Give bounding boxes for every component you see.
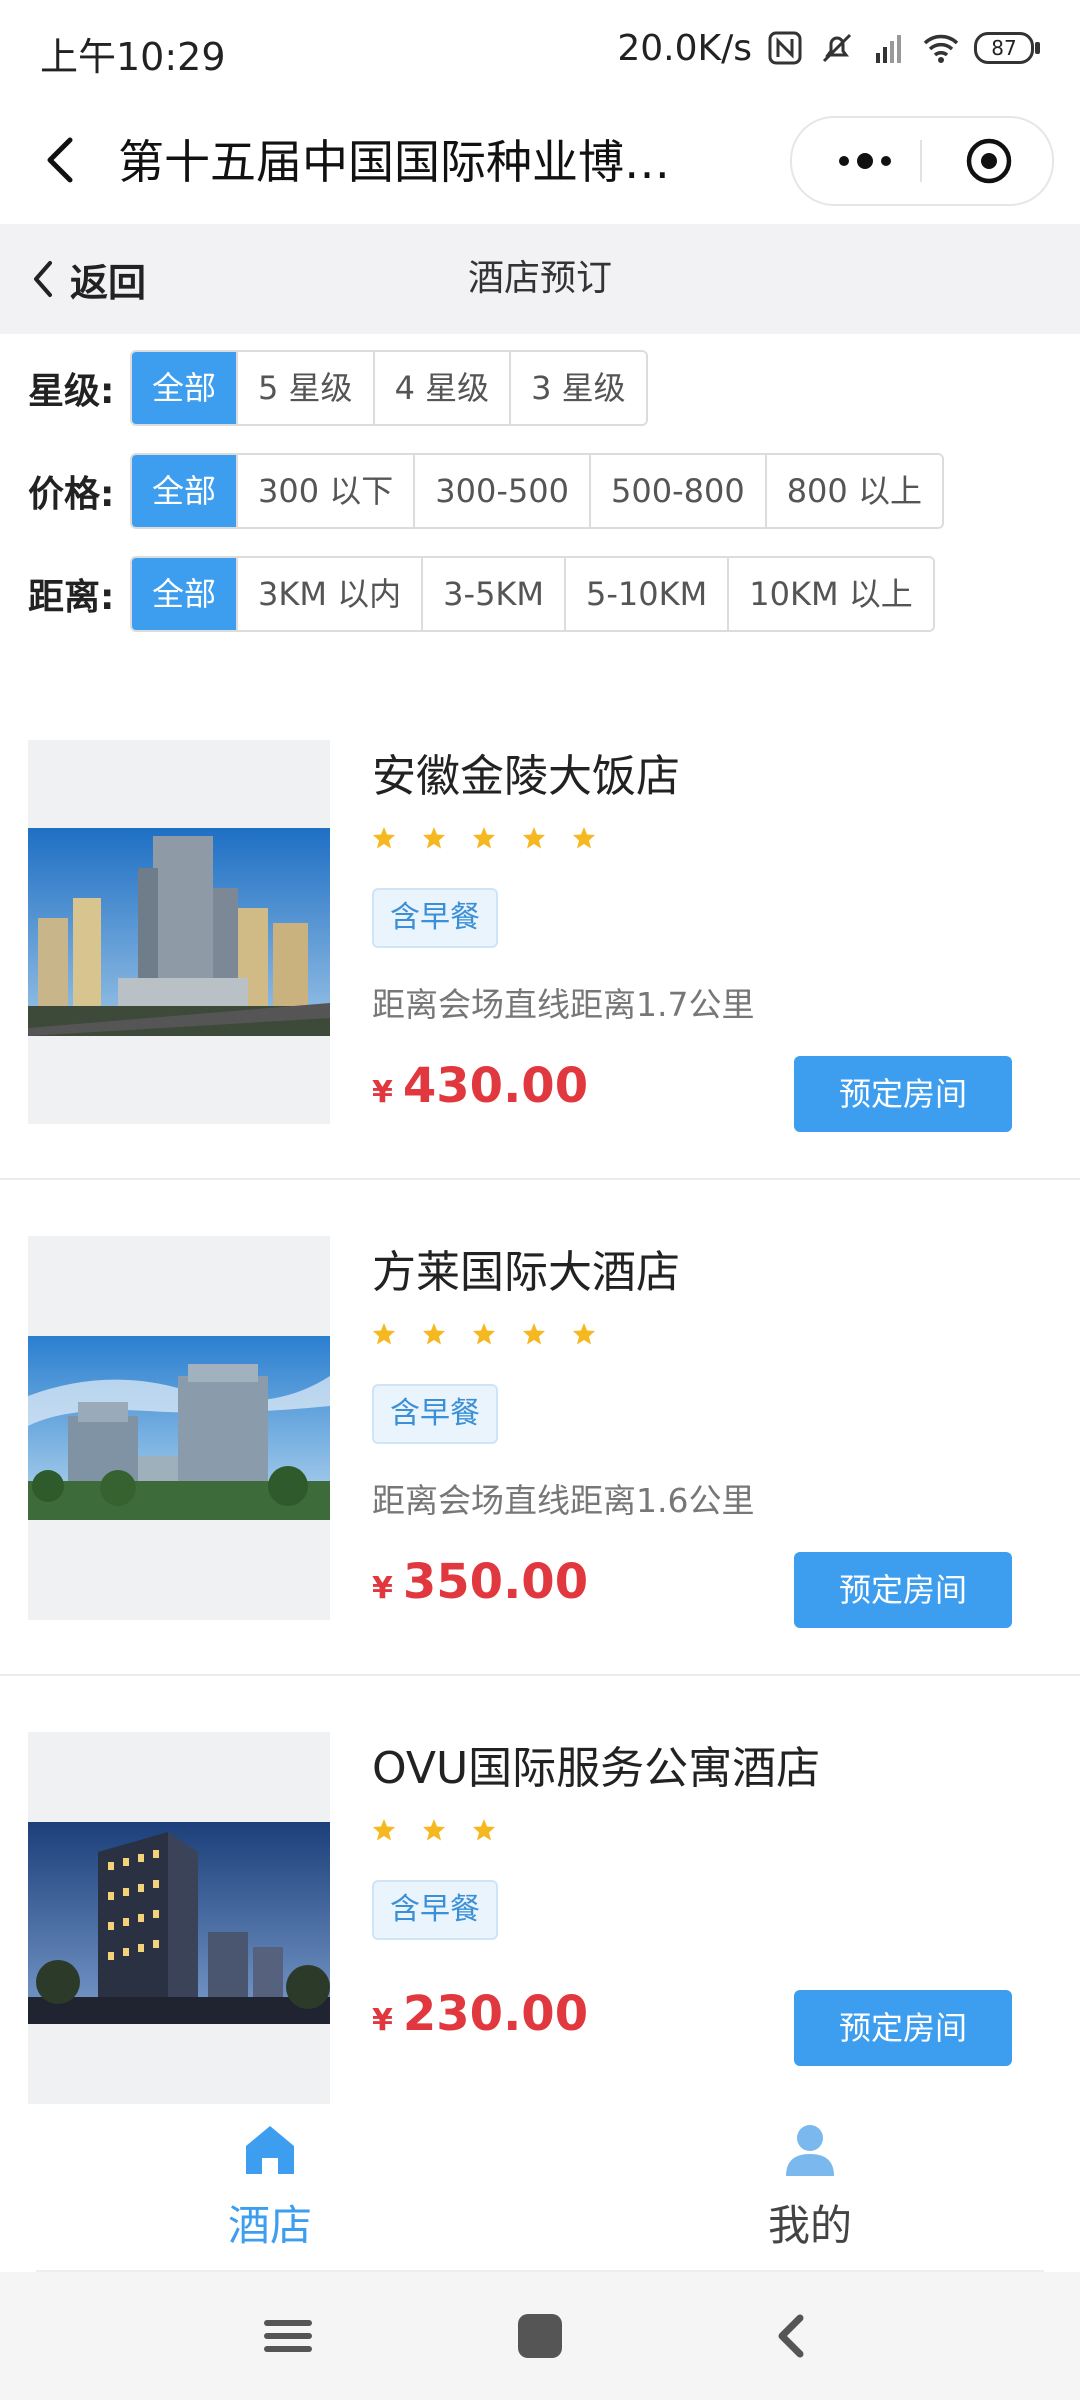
star-icon bbox=[373, 1819, 395, 1841]
status-time: 上午10:29 bbox=[40, 35, 226, 79]
hotel-name: 安徽金陵大饭店 bbox=[372, 751, 680, 802]
star-icon bbox=[373, 1323, 395, 1345]
close-miniprogram-icon[interactable] bbox=[964, 136, 1014, 186]
app-title: 第十五届中国国际种业博… bbox=[118, 135, 670, 189]
more-icon[interactable] bbox=[830, 118, 900, 204]
filter-price-under-300[interactable]: 300 以下 bbox=[238, 455, 416, 527]
card-divider bbox=[0, 1178, 1080, 1180]
tab-mine[interactable]: 我的 bbox=[660, 2122, 960, 2262]
hotel-stars bbox=[372, 1322, 596, 1346]
book-room-button[interactable]: 预定房间 bbox=[794, 1056, 1012, 1132]
book-room-button[interactable]: 预定房间 bbox=[794, 1552, 1012, 1628]
status-icons: 20.0K/s 87 bbox=[617, 24, 1040, 72]
filter-distance: 距离: 全部 3KM 以内 3-5KM 5-10KM 10KM 以上 bbox=[28, 556, 935, 632]
filter-price-all[interactable]: 全部 bbox=[132, 455, 239, 527]
hotel-name: 方莱国际大酒店 bbox=[372, 1247, 680, 1298]
breakfast-tag: 含早餐 bbox=[372, 1384, 498, 1444]
hotel-card[interactable]: OVU国际服务公寓酒店 含早餐 ¥230.00 预定房间 bbox=[0, 1732, 1080, 2104]
hotel-distance: 距离会场直线距离1.7公里 bbox=[372, 985, 755, 1024]
system-nav-bar bbox=[0, 2272, 1080, 2400]
star-icon bbox=[473, 827, 495, 849]
net-speed: 20.0K/s bbox=[617, 27, 752, 69]
star-icon bbox=[473, 1819, 495, 1841]
filter-distance-options: 全部 3KM 以内 3-5KM 5-10KM 10KM 以上 bbox=[130, 556, 935, 632]
tab-mine-label: 我的 bbox=[767, 2201, 852, 2250]
filter-distance-3-5km[interactable]: 3-5KM bbox=[423, 558, 567, 630]
filter-price-options: 全部 300 以下 300-500 500-800 800 以上 bbox=[130, 453, 944, 529]
filter-star-4[interactable]: 4 星级 bbox=[374, 352, 512, 424]
hotel-photo-image bbox=[28, 828, 330, 1036]
currency-symbol: ¥ bbox=[372, 1075, 393, 1110]
star-icon bbox=[523, 1323, 545, 1345]
book-room-button[interactable]: 预定房间 bbox=[794, 1990, 1012, 2066]
breakfast-tag: 含早餐 bbox=[372, 888, 498, 948]
hotel-photo bbox=[28, 1732, 330, 2104]
price-value: 430.00 bbox=[402, 1058, 589, 1114]
filter-distance-label: 距离: bbox=[28, 577, 115, 618]
sub-header: 返回 酒店预订 bbox=[0, 224, 1080, 334]
menu-icon[interactable] bbox=[258, 2306, 318, 2366]
hotel-price: ¥230.00 bbox=[372, 1986, 588, 2042]
status-bar: 上午10:29 20.0K/s 87 bbox=[0, 0, 1080, 96]
hotel-photo bbox=[28, 740, 330, 1124]
filter-price: 价格: 全部 300 以下 300-500 500-800 800 以上 bbox=[28, 453, 944, 529]
capsule-divider bbox=[920, 140, 922, 182]
signal-icon bbox=[876, 35, 901, 63]
hotel-card[interactable]: 方莱国际大酒店 含早餐 距离会场直线距离1.6公里 ¥350.00 预定房间 bbox=[0, 1236, 1080, 1732]
tab-hotel[interactable]: 酒店 bbox=[120, 2122, 420, 2262]
page-title: 酒店预订 bbox=[467, 258, 612, 299]
star-icon bbox=[473, 1323, 495, 1345]
currency-symbol: ¥ bbox=[372, 1571, 393, 1606]
currency-symbol: ¥ bbox=[372, 2003, 393, 2038]
hotel-photo-image bbox=[28, 1336, 330, 1520]
hotel-price: ¥430.00 bbox=[372, 1058, 588, 1114]
hotel-name: OVU国际服务公寓酒店 bbox=[372, 1743, 821, 1794]
star-icon bbox=[573, 1323, 595, 1345]
hotel-price: ¥350.00 bbox=[372, 1554, 588, 1610]
hotel-distance: 距离会场直线距离1.6公里 bbox=[372, 1481, 755, 1520]
filter-distance-within-3km[interactable]: 3KM 以内 bbox=[238, 558, 424, 630]
star-icon bbox=[573, 827, 595, 849]
filter-distance-5-10km[interactable]: 5-10KM bbox=[566, 558, 730, 630]
filter-star: 星级: 全部 5 星级 4 星级 3 星级 bbox=[28, 350, 648, 426]
back-button-icon[interactable] bbox=[762, 2306, 822, 2366]
titlebar: 第十五届中国国际种业博… bbox=[0, 96, 1080, 224]
filter-star-5[interactable]: 5 星级 bbox=[238, 352, 375, 424]
filter-star-options: 全部 5 星级 4 星级 3 星级 bbox=[130, 350, 648, 426]
star-icon bbox=[423, 1819, 445, 1841]
bottom-tab-bar: 酒店 我的 bbox=[0, 2104, 1080, 2272]
mute-icon bbox=[822, 33, 852, 63]
filter-star-3[interactable]: 3 星级 bbox=[511, 352, 646, 424]
breakfast-tag: 含早餐 bbox=[372, 1880, 498, 1940]
home-button-icon[interactable] bbox=[510, 2306, 570, 2366]
hotel-card[interactable]: 安徽金陵大饭店 含早餐 距离会场直线距离1.7公里 ¥430.00 预定房间 bbox=[0, 740, 1080, 1236]
back-arrow-icon[interactable] bbox=[36, 130, 86, 190]
hotel-stars bbox=[372, 1818, 496, 1842]
filter-distance-all[interactable]: 全部 bbox=[132, 558, 239, 630]
home-icon bbox=[246, 2126, 294, 2174]
filter-price-500-800[interactable]: 500-800 bbox=[590, 455, 767, 527]
user-icon bbox=[786, 2125, 834, 2176]
filter-price-300-500[interactable]: 300-500 bbox=[415, 455, 591, 527]
hotel-photo-image bbox=[28, 1822, 330, 2024]
battery-icon: 87 bbox=[974, 32, 1040, 64]
filter-star-label: 星级: bbox=[28, 371, 115, 412]
star-icon bbox=[523, 827, 545, 849]
filter-price-label: 价格: bbox=[28, 474, 115, 515]
filter-distance-over-10km[interactable]: 10KM 以上 bbox=[729, 558, 933, 630]
tab-hotel-label: 酒店 bbox=[227, 2201, 312, 2250]
wifi-icon bbox=[923, 34, 959, 63]
star-icon bbox=[423, 1323, 445, 1345]
hotel-stars bbox=[372, 826, 596, 850]
star-icon bbox=[373, 827, 395, 849]
hotel-photo bbox=[28, 1236, 330, 1620]
filter-price-over-800[interactable]: 800 以上 bbox=[766, 455, 942, 527]
filter-star-all[interactable]: 全部 bbox=[132, 352, 239, 424]
card-divider bbox=[0, 1674, 1080, 1676]
price-value: 350.00 bbox=[402, 1554, 589, 1610]
nfc-icon bbox=[768, 31, 802, 65]
star-icon bbox=[423, 827, 445, 849]
price-value: 230.00 bbox=[402, 1986, 589, 2042]
capsule-menu bbox=[790, 116, 1054, 206]
